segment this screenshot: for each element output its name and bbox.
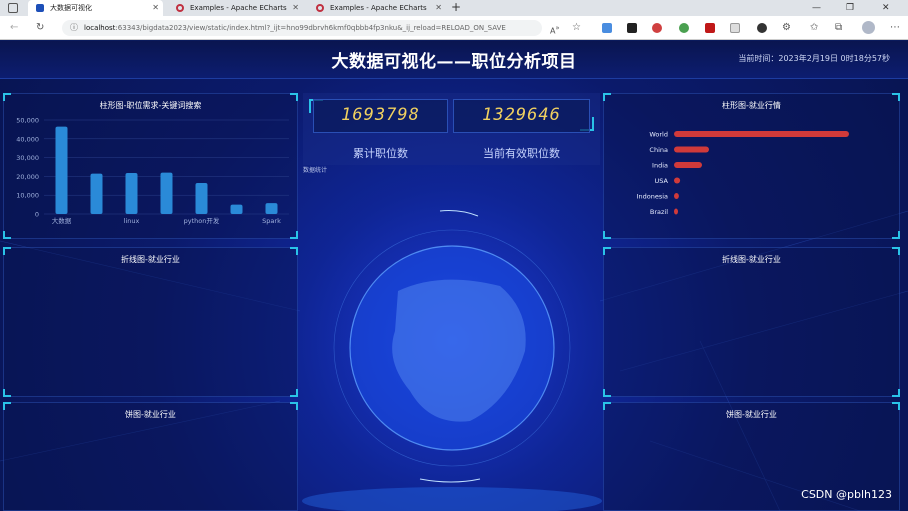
extension-icon[interactable] xyxy=(602,23,612,33)
y-tick-label: 10,000 xyxy=(16,192,39,200)
panel-right-line: 折线图-就业行业 xyxy=(603,247,900,397)
panel-left-bar: 柱形图-职位需求-关键词搜索 0 10,000 20,000 30,000 40,000… xyxy=(3,93,298,239)
url-host: localhost xyxy=(84,24,116,32)
reload-icon[interactable]: ↻ xyxy=(36,20,44,36)
bar xyxy=(160,172,173,214)
tab-label: Examples - Apache ECharts xyxy=(190,4,287,12)
panel-title: 折线图-就业行业 xyxy=(121,255,180,264)
y-tick-label: 30,000 xyxy=(16,154,39,162)
minimize-icon[interactable]: — xyxy=(812,0,821,16)
panel-title: 折线图-就业行业 xyxy=(722,255,781,264)
category-label: USA xyxy=(655,177,669,185)
panel-left-pie: 饼图-就业行业 xyxy=(3,402,298,511)
close-tab-icon[interactable]: ✕ xyxy=(435,0,442,16)
maximize-icon[interactable]: ❐ xyxy=(846,0,854,16)
back-icon[interactable]: ← xyxy=(10,20,18,36)
category-label: World xyxy=(649,131,668,139)
bar xyxy=(230,204,243,214)
counter-panel: 1693798 1329646 累计职位数 当前有效职位数 xyxy=(303,93,600,165)
x-tick-label: Spark xyxy=(262,217,281,225)
time-value: 2023年2月19日 0时18分57秒 xyxy=(778,54,890,63)
tab-label: Examples - Apache ECharts xyxy=(330,4,427,12)
bar xyxy=(674,162,702,168)
panel-right-bar: 柱形图-就业行情 World China India USA Indonesia Braz… xyxy=(603,93,900,239)
bar xyxy=(674,146,709,153)
bar xyxy=(55,126,68,214)
dashboard-header: 大数据可视化——职位分析项目 当前时间：2023年2月19日 0时18分57秒 xyxy=(0,41,908,79)
y-tick-label: 50,000 xyxy=(16,117,39,125)
time-label: 当前时间： xyxy=(738,54,779,63)
category-label: China xyxy=(649,146,668,154)
tab-actions-icon[interactable] xyxy=(8,3,18,13)
total-jobs-box: 1693798 xyxy=(313,99,448,133)
category-label: Brazil xyxy=(650,208,668,216)
bar xyxy=(195,182,208,214)
x-tick-label: 大数据 xyxy=(52,216,72,225)
tab-label: 大数据可视化 xyxy=(50,4,92,12)
panel-left-line: 折线图-就业行业 xyxy=(3,247,298,397)
profile-avatar[interactable] xyxy=(862,21,875,34)
favorites-icon[interactable]: ✩ xyxy=(810,20,818,36)
close-tab-icon[interactable]: ✕ xyxy=(292,0,299,16)
close-tab-icon[interactable]: ✕ xyxy=(152,0,159,16)
employment-hbar-chart: World China India USA Indonesia Brazil xyxy=(637,131,849,216)
total-jobs-label: 累计职位数 xyxy=(353,147,408,160)
favorite-star-icon[interactable]: ☆ xyxy=(572,20,581,36)
new-tab-button[interactable]: + xyxy=(451,0,461,15)
total-jobs-number: 1693798 xyxy=(341,105,420,125)
y-tick-label: 0 xyxy=(35,211,39,219)
echarts-favicon-icon xyxy=(176,4,184,12)
x-tick-label: linux xyxy=(124,217,140,225)
x-tick-label: python开发 xyxy=(184,216,220,225)
category-label: Indonesia xyxy=(637,193,668,201)
read-aloud-icon[interactable]: A» xyxy=(550,20,560,40)
y-tick-label: 20,000 xyxy=(16,173,39,181)
active-jobs-box: 1329646 xyxy=(453,99,590,133)
extension-icon[interactable] xyxy=(730,23,740,33)
bar xyxy=(90,173,103,214)
close-window-icon[interactable]: ✕ xyxy=(882,0,890,16)
extensions-puzzle-icon[interactable]: ⚙ xyxy=(782,20,791,36)
browser-tab-bar: 大数据可视化 ✕ Examples - Apache ECharts ✕ Exa… xyxy=(0,0,908,16)
panel-title: 饼图-就业行业 xyxy=(726,410,777,419)
bar xyxy=(674,208,678,215)
more-menu-icon[interactable]: ⋯ xyxy=(890,20,900,36)
page-favicon-icon xyxy=(36,4,44,12)
category-label: India xyxy=(652,162,668,170)
active-jobs-number: 1329646 xyxy=(482,105,561,125)
bar xyxy=(265,203,278,214)
tab-echarts-2[interactable]: Examples - Apache ECharts ✕ xyxy=(308,0,446,16)
bar xyxy=(674,131,849,137)
echarts-favicon-icon xyxy=(316,4,324,12)
collections-icon[interactable]: ⧉ xyxy=(835,20,842,36)
tab-echarts-1[interactable]: Examples - Apache ECharts ✕ xyxy=(168,0,303,16)
panel-title: 饼图-就业行业 xyxy=(125,410,176,419)
url-path: :63343/bigdata2023/view/static/index.htm… xyxy=(115,24,506,32)
extension-icon[interactable] xyxy=(705,23,715,33)
extension-icon[interactable] xyxy=(627,23,637,33)
y-tick-label: 40,000 xyxy=(16,135,39,143)
tab-dashboard[interactable]: 大数据可视化 ✕ xyxy=(28,0,163,16)
active-jobs-label: 当前有效职位数 xyxy=(483,147,560,160)
bar xyxy=(674,193,679,199)
bar xyxy=(125,173,138,214)
extension-icon[interactable] xyxy=(679,23,689,33)
dashboard-page: 大数据可视化——职位分析项目 当前时间：2023年2月19日 0时18分57秒 … xyxy=(0,41,908,511)
extension-icon[interactable] xyxy=(757,23,767,33)
extension-icon[interactable] xyxy=(652,23,662,33)
bar xyxy=(674,177,681,184)
keyword-bar-chart: 0 10,000 20,000 30,000 40,000 50,000 大数据 linux p… xyxy=(16,117,289,225)
stats-tag: 数据统计 xyxy=(303,167,328,174)
address-bar[interactable]: ⓘ localhost:63343/bigdata2023/view/stati… xyxy=(62,20,542,36)
current-time: 当前时间：2023年2月19日 0时18分57秒 xyxy=(738,53,890,64)
watermark: CSDN @pblh123 xyxy=(801,488,892,501)
site-info-icon[interactable]: ⓘ xyxy=(70,20,78,36)
